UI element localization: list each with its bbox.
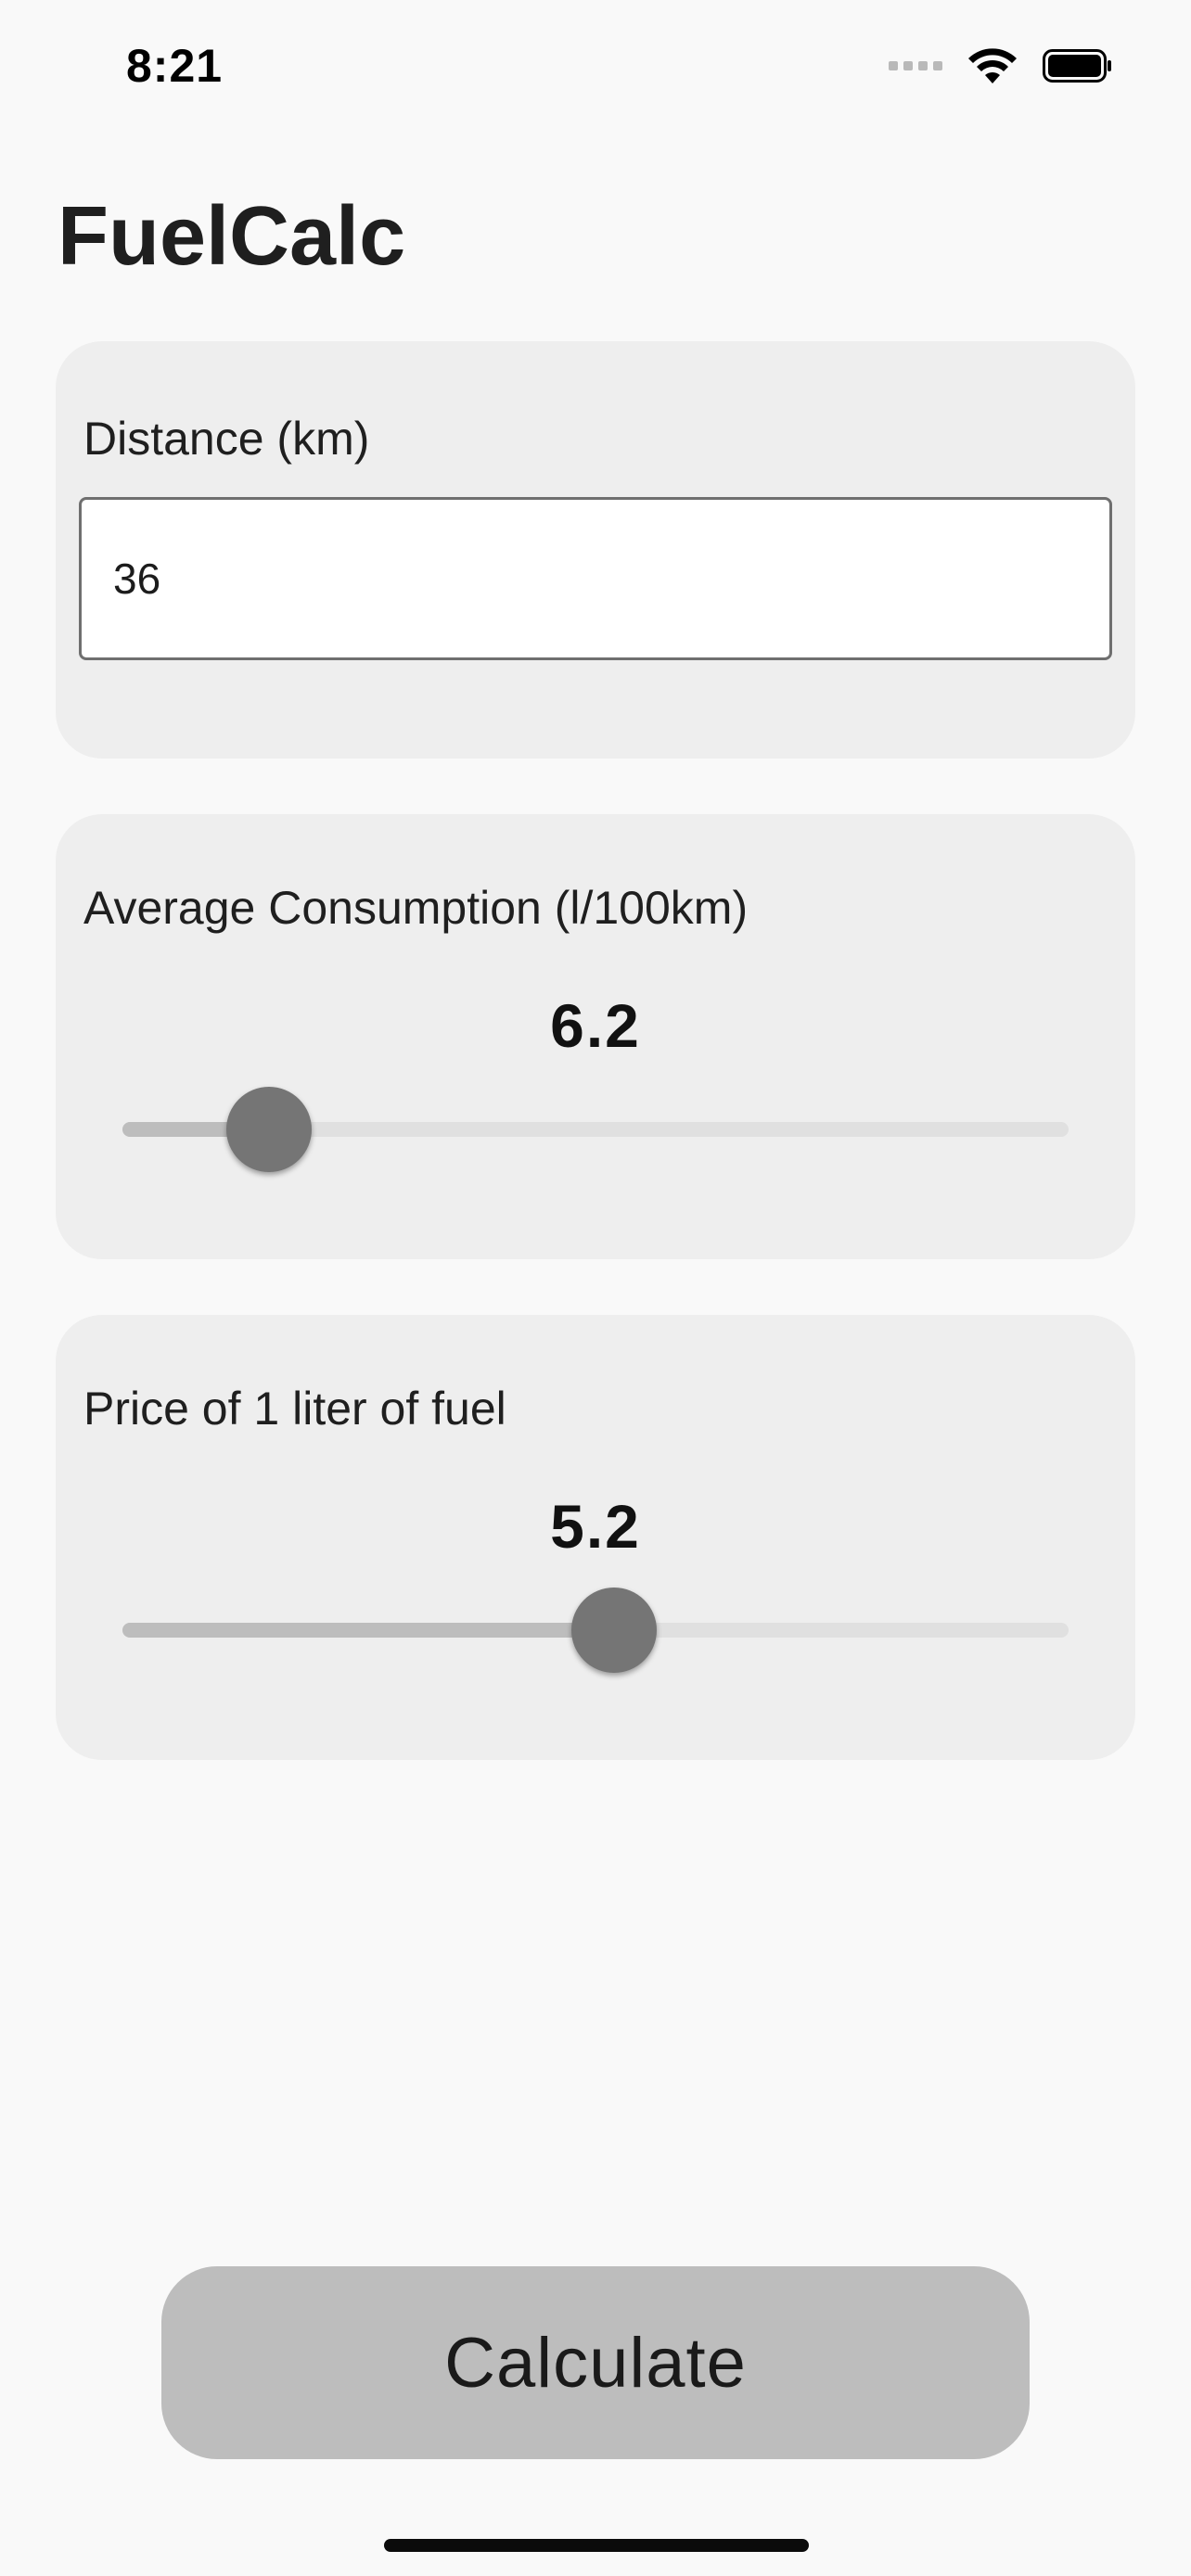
consumption-label: Average Consumption (l/100km) — [83, 882, 749, 934]
consumption-slider-thumb[interactable] — [226, 1087, 313, 1172]
distance-card: Distance (km) — [56, 341, 1135, 759]
price-value: 5.2 — [550, 1492, 641, 1561]
price-card: Price of 1 liter of fuel 5.2 — [56, 1315, 1135, 1760]
distance-input[interactable] — [79, 497, 1112, 660]
consumption-slider[interactable] — [122, 1087, 1069, 1172]
battery-icon — [1043, 49, 1111, 83]
calculate-button[interactable]: Calculate — [161, 2266, 1030, 2459]
distance-label: Distance (km) — [83, 413, 370, 465]
page-title: FuelCalc — [58, 190, 406, 283]
home-indicator[interactable] — [384, 2539, 809, 2552]
wifi-icon — [968, 48, 1017, 83]
consumption-value: 6.2 — [550, 991, 641, 1060]
status-icons — [889, 46, 1113, 85]
price-label: Price of 1 liter of fuel — [83, 1383, 506, 1435]
status-time: 8:21 — [126, 40, 224, 92]
consumption-card: Average Consumption (l/100km) 6.2 — [56, 814, 1135, 1259]
price-slider-thumb[interactable] — [571, 1588, 658, 1673]
price-slider[interactable] — [122, 1588, 1069, 1673]
status-bar: 8:21 — [0, 0, 1191, 130]
cellular-signal-icon — [889, 61, 942, 70]
price-slider-fill — [122, 1623, 615, 1638]
